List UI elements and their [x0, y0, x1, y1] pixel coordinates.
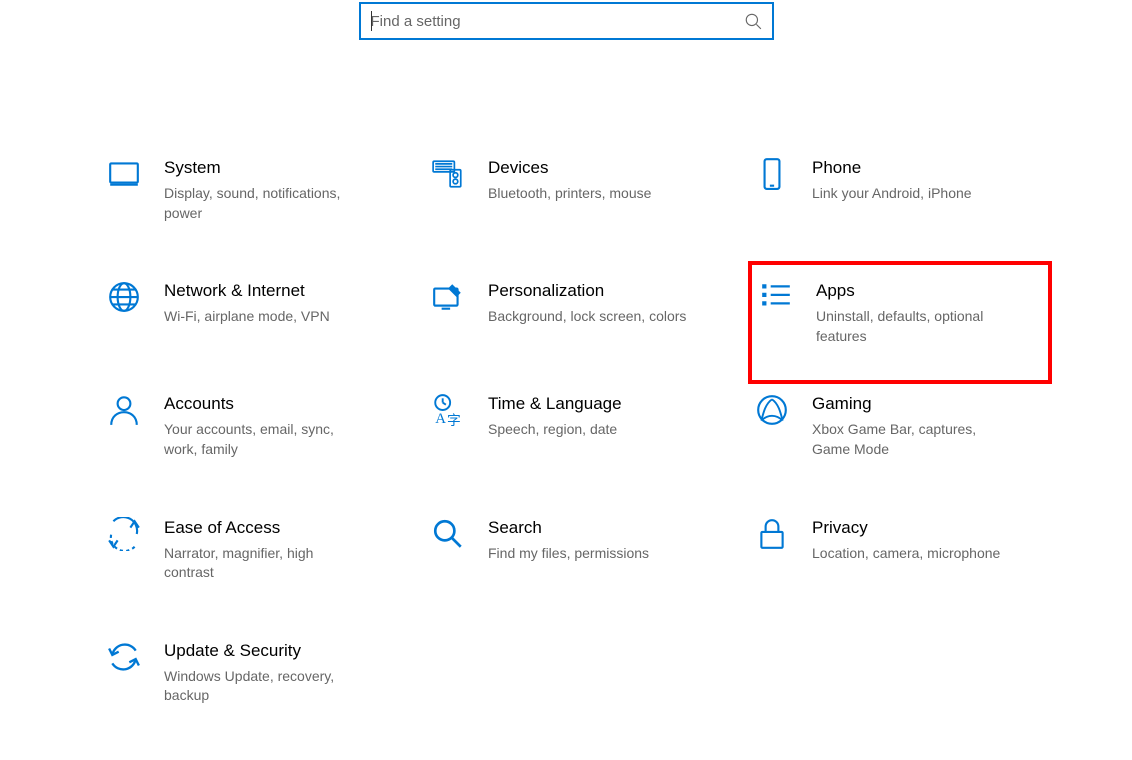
accounts-icon	[106, 392, 142, 428]
tile-privacy[interactable]: Privacy Location, camera, microphone	[748, 508, 1052, 591]
tile-time-language[interactable]: A 字 Time & Language Speech, region, date	[424, 384, 728, 467]
tile-title: Network & Internet	[164, 281, 398, 301]
tile-title: Search	[488, 518, 722, 538]
gaming-icon	[754, 392, 790, 428]
svg-text:字: 字	[447, 413, 461, 427]
tile-personalization[interactable]: Personalization Background, lock screen,…	[424, 271, 728, 344]
tile-desc: Narrator, magnifier, high contrast	[164, 544, 364, 583]
apps-icon	[758, 279, 794, 315]
search-input[interactable]	[371, 13, 744, 30]
tile-desc: Wi-Fi, airplane mode, VPN	[164, 307, 364, 327]
settings-grid: System Display, sound, notifications, po…	[0, 40, 1132, 714]
tile-gaming[interactable]: Gaming Xbox Game Bar, captures, Game Mod…	[748, 384, 1052, 467]
tile-phone[interactable]: Phone Link your Android, iPhone	[748, 148, 1052, 231]
tile-desc: Your accounts, email, sync, work, family	[164, 420, 364, 459]
tile-system[interactable]: System Display, sound, notifications, po…	[100, 148, 404, 231]
tile-title: Apps	[816, 281, 1042, 301]
tile-title: Ease of Access	[164, 518, 398, 538]
tile-title: Phone	[812, 158, 1046, 178]
tile-title: Time & Language	[488, 394, 722, 414]
tile-desc: Background, lock screen, colors	[488, 307, 688, 327]
time-language-icon: A 字	[430, 392, 466, 428]
update-icon	[106, 639, 142, 675]
tile-title: Devices	[488, 158, 722, 178]
tile-desc: Bluetooth, printers, mouse	[488, 184, 688, 204]
tile-desc: Windows Update, recovery, backup	[164, 667, 364, 706]
text-cursor	[371, 11, 372, 31]
tile-desc: Display, sound, notifications, power	[164, 184, 364, 223]
tile-title: Update & Security	[164, 641, 398, 661]
tile-update-security[interactable]: Update & Security Windows Update, recove…	[100, 631, 404, 714]
tile-title: Accounts	[164, 394, 398, 414]
ease-of-access-icon	[106, 516, 142, 552]
tile-title: Privacy	[812, 518, 1046, 538]
search-icon[interactable]	[744, 12, 762, 30]
tile-devices[interactable]: Devices Bluetooth, printers, mouse	[424, 148, 728, 231]
tile-desc: Location, camera, microphone	[812, 544, 1012, 564]
tile-accounts[interactable]: Accounts Your accounts, email, sync, wor…	[100, 384, 404, 467]
tile-desc: Speech, region, date	[488, 420, 688, 440]
svg-text:A: A	[435, 411, 446, 427]
tile-title: Personalization	[488, 281, 722, 301]
devices-icon	[430, 156, 466, 192]
tile-search[interactable]: Search Find my files, permissions	[424, 508, 728, 591]
tile-desc: Xbox Game Bar, captures, Game Mode	[812, 420, 1012, 459]
tile-ease-of-access[interactable]: Ease of Access Narrator, magnifier, high…	[100, 508, 404, 591]
phone-icon	[754, 156, 790, 192]
globe-icon	[106, 279, 142, 315]
tile-apps[interactable]: Apps Uninstall, defaults, optional featu…	[748, 261, 1052, 384]
search-tile-icon	[430, 516, 466, 552]
privacy-icon	[754, 516, 790, 552]
tile-desc: Uninstall, defaults, optional features	[816, 307, 1016, 346]
tile-desc: Link your Android, iPhone	[812, 184, 1012, 204]
search-box[interactable]	[359, 2, 774, 40]
personalization-icon	[430, 279, 466, 315]
system-icon	[106, 156, 142, 192]
tile-title: Gaming	[812, 394, 1046, 414]
tile-desc: Find my files, permissions	[488, 544, 688, 564]
tile-title: System	[164, 158, 398, 178]
tile-network[interactable]: Network & Internet Wi-Fi, airplane mode,…	[100, 271, 404, 344]
